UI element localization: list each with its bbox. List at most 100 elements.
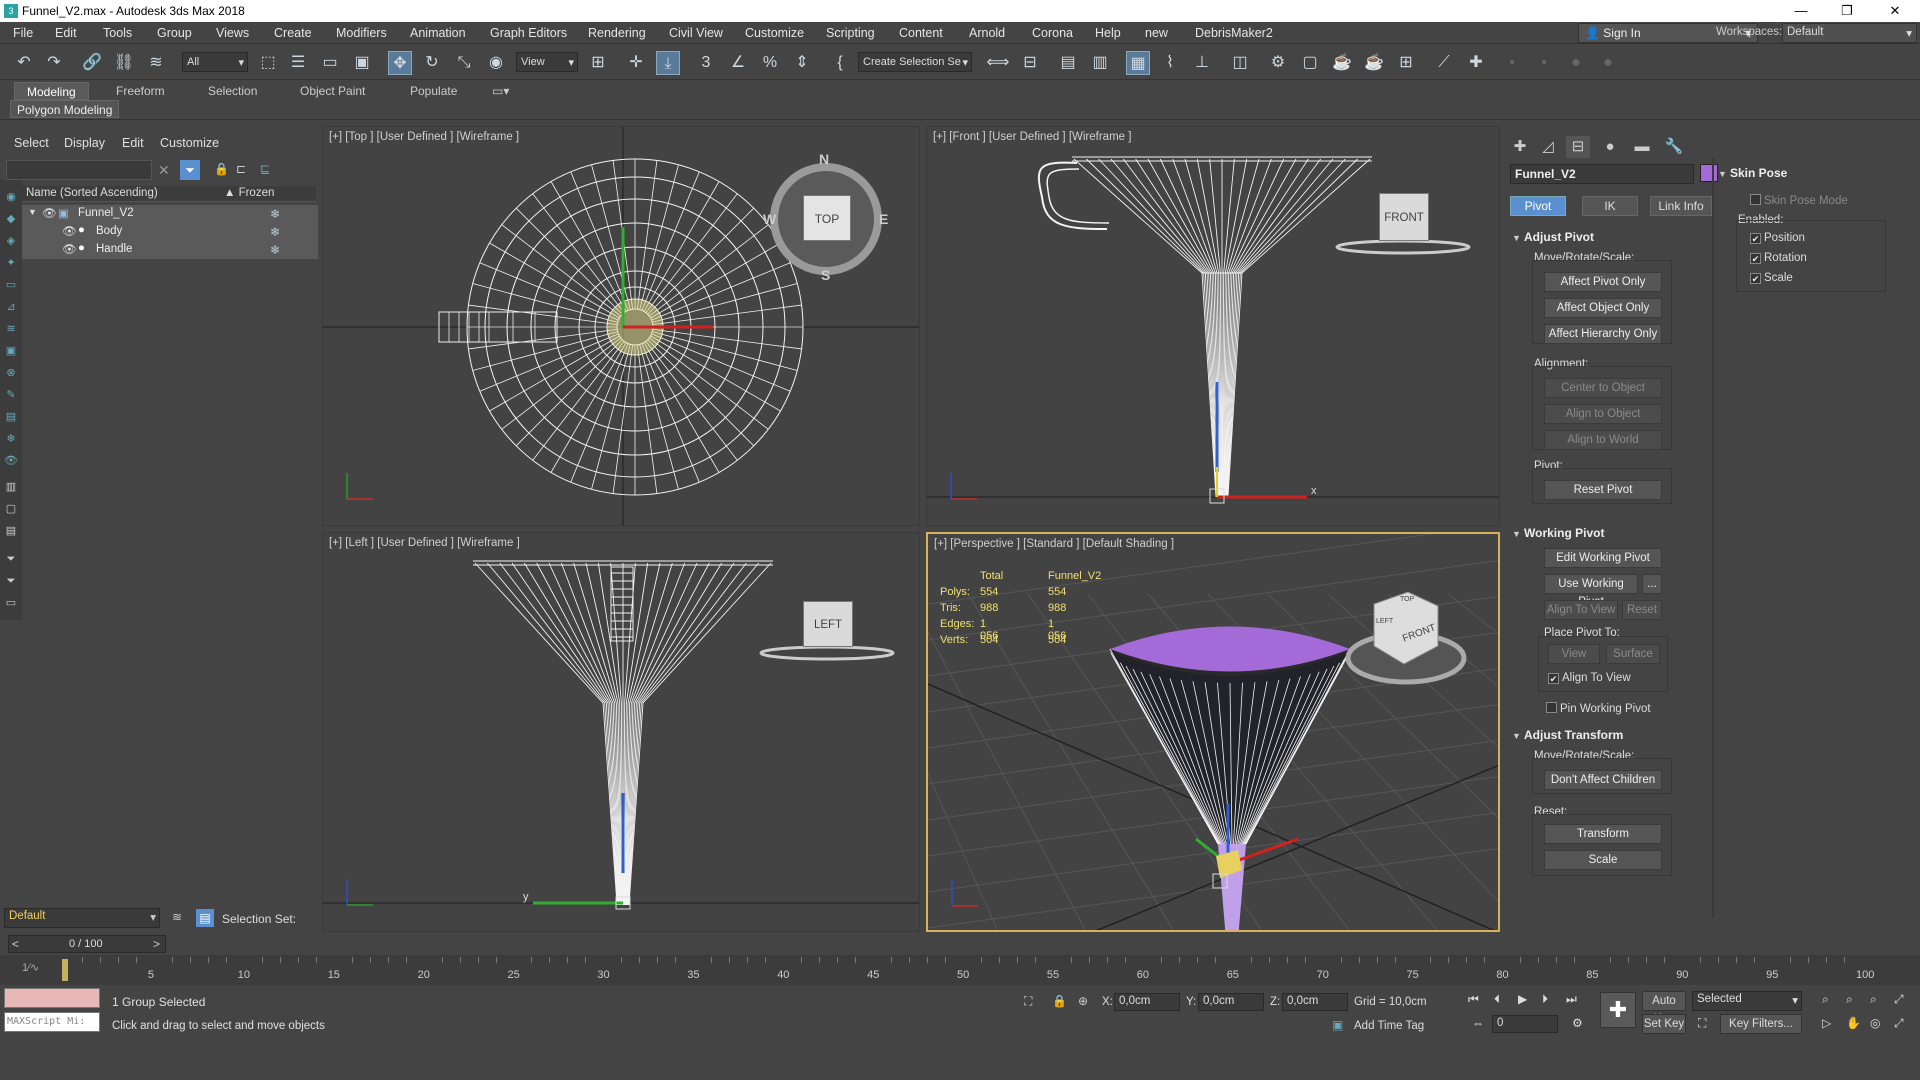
xref-filter-icon[interactable]: ⊗ <box>4 366 18 380</box>
ribbon-tab-object-paint[interactable]: Object Paint <box>288 82 377 100</box>
scene-menu-display[interactable]: Display <box>64 136 105 150</box>
visibility-eye-icon[interactable]: 👁 <box>62 224 77 238</box>
menu-customize[interactable]: Customize <box>745 26 804 40</box>
menu-help[interactable]: Help <box>1095 26 1121 40</box>
minimize-button[interactable]: — <box>1786 2 1816 20</box>
z-coordinate-field[interactable]: 0,0cm <box>1282 993 1348 1011</box>
filter-icon[interactable]: ⏷ <box>4 574 18 588</box>
skin-pose-rollout[interactable]: ▼ Skin Pose <box>1718 166 1787 180</box>
helper-filter-icon[interactable]: ⊿ <box>4 300 18 314</box>
column-name[interactable]: Name (Sorted Ascending) <box>26 187 158 199</box>
scene-menu-edit[interactable]: Edit <box>122 136 144 150</box>
hierarchy-tab-icon[interactable]: ⊟ <box>1566 136 1590 158</box>
time-tag-icon[interactable]: ▣ <box>1332 1018 1343 1032</box>
layer-explorer-icon[interactable]: ▤ <box>1056 51 1080 75</box>
light-filter-icon[interactable]: ✦ <box>4 256 18 270</box>
unlink-icon[interactable]: ⛓ <box>112 51 136 75</box>
redo-icon[interactable]: ↷ <box>42 51 66 75</box>
column-frozen[interactable]: ▲ Frozen <box>224 187 274 199</box>
modify-tab-icon[interactable]: ◿ <box>1536 136 1560 158</box>
pivot-subtab[interactable]: Pivot <box>1510 196 1566 216</box>
render-in-cloud-icon[interactable]: ⊞ <box>1394 51 1418 75</box>
display-all-icon[interactable]: ▥ <box>4 480 18 494</box>
field-of-view-icon[interactable]: ▷ <box>1822 1016 1831 1030</box>
y-coordinate-field[interactable]: 0,0cm <box>1198 993 1264 1011</box>
utilities-tab-icon[interactable]: 🔧 <box>1662 136 1686 158</box>
scale-checkbox[interactable]: ✔ Scale <box>1750 272 1793 284</box>
restore-button[interactable]: ❐ <box>1832 2 1862 20</box>
align-to-view-checkbox[interactable]: ✔ Align To View <box>1548 672 1631 684</box>
time-slider[interactable]: < 0 / 100 > <box>8 935 166 953</box>
viewport-top[interactable]: [+] [Top ] [User Defined ] [Wireframe ] … <box>322 126 920 526</box>
menu-file[interactable]: File <box>13 26 33 40</box>
scene-menu-select[interactable]: Select <box>14 136 49 150</box>
freeze-icon[interactable]: ❄ <box>270 243 280 257</box>
rect-selection-icon[interactable]: ▭ <box>318 51 342 75</box>
selection-set-icon[interactable]: ▤ <box>196 909 214 927</box>
play-icon[interactable]: ▶ <box>1518 992 1527 1006</box>
frozen-filter-icon[interactable]: ❄ <box>4 432 18 446</box>
snaps-toggle-icon[interactable]: 3 <box>694 51 718 75</box>
keyboard-shortcut-toggle-icon[interactable]: ⤓ <box>656 51 680 75</box>
use-working-pivot-button[interactable]: Use Working Pivot <box>1544 574 1638 608</box>
sort-icon[interactable]: ◉ <box>4 190 18 204</box>
mini-curve-editor-icon[interactable]: 1∕∿ <box>22 961 39 974</box>
next-frame-icon[interactable]: > <box>153 937 160 951</box>
shape-filter-icon[interactable]: ◈ <box>4 234 18 248</box>
track-bar[interactable]: 1∕∿ 5 10 15 20 25 30 35 40 45 50 55 60 65 70 75 80 85 90 9… <box>0 955 1920 985</box>
current-frame-field[interactable]: 0 <box>1492 1015 1558 1033</box>
rendered-frame-window-icon[interactable]: ▢ <box>1298 51 1322 75</box>
select-manipulate-icon[interactable]: ✛ <box>624 51 648 75</box>
lock-icon[interactable]: 🔒 <box>214 162 229 176</box>
adjust-pivot-rollout[interactable]: ▼ Adjust Pivot <box>1512 230 1594 244</box>
reset-scale-button[interactable]: Scale <box>1544 850 1662 870</box>
menu-group[interactable]: Group <box>157 26 192 40</box>
go-to-end-icon[interactable]: ⏭ <box>1566 992 1577 1007</box>
viewcube-left[interactable]: LEFT <box>803 601 853 647</box>
edit-named-selection-icon[interactable]: { <box>828 51 852 75</box>
set-key-button[interactable]: Set Key <box>1642 1014 1686 1034</box>
menu-scripting[interactable]: Scripting <box>826 26 875 40</box>
absolute-mode-icon[interactable]: ⊕ <box>1078 994 1088 1008</box>
camera-filter-icon[interactable]: ▭ <box>4 278 18 292</box>
reset-transform-button[interactable]: Transform <box>1544 824 1662 844</box>
menu-views[interactable]: Views <box>216 26 249 40</box>
menu-debrismaker2[interactable]: DebrisMaker2 <box>1195 26 1273 40</box>
menu-arnold[interactable]: Arnold <box>969 26 1005 40</box>
scene-row-funnel[interactable]: ▼ 👁 ▣ Funnel_V2 <box>22 205 234 223</box>
menu-graph-editors[interactable]: Graph Editors <box>490 26 567 40</box>
display-none-icon[interactable]: ▢ <box>4 502 18 516</box>
persp-viewcube-top[interactable]: TOP <box>1400 596 1414 603</box>
layer-dropdown[interactable]: Default ▾ <box>4 908 160 928</box>
workspaces-dropdown[interactable]: Default ▾ <box>1782 23 1917 43</box>
scene-search-input[interactable] <box>6 160 152 180</box>
tool-a-icon[interactable]: ⟋ <box>1432 51 1456 75</box>
align-icon[interactable]: ⊟ <box>1018 51 1042 75</box>
prev-frame-icon[interactable]: < <box>12 937 19 951</box>
bind-space-warp-icon[interactable]: ≋ <box>144 51 168 75</box>
bone-filter-icon[interactable]: ✎ <box>4 388 18 402</box>
link-icon[interactable]: 🔗 <box>80 51 104 75</box>
selection-filter-dropdown[interactable]: All ▾ <box>182 52 248 72</box>
menu-edit[interactable]: Edit <box>55 26 77 40</box>
align-to-world-button[interactable]: Align to World <box>1544 430 1662 450</box>
rotation-checkbox[interactable]: ✔ Rotation <box>1750 252 1807 264</box>
align-to-view-button[interactable]: Align To View <box>1544 600 1618 620</box>
menu-civil-view[interactable]: Civil View <box>669 26 723 40</box>
ribbon-tab-modeling[interactable]: Modeling <box>14 82 89 100</box>
viewcube-front[interactable]: FRONT <box>1379 193 1429 241</box>
persp-viewcube-left[interactable]: LEFT <box>1376 618 1393 625</box>
folder-icon[interactable]: ▭ <box>4 596 18 610</box>
layers-icon[interactable]: ≋ <box>172 910 182 924</box>
filter-icon[interactable]: ⏷ <box>180 160 200 180</box>
visibility-eye-icon[interactable]: 👁 <box>62 242 77 256</box>
zoom-all-icon[interactable]: ⌕ <box>1846 992 1853 1007</box>
ribbon-tab-freeform[interactable]: Freeform <box>104 82 177 100</box>
motion-tab-icon[interactable]: ● <box>1598 136 1622 158</box>
select-rotate-icon[interactable]: ↻ <box>420 51 444 75</box>
menu-rendering[interactable]: Rendering <box>588 26 646 40</box>
ik-subtab[interactable]: IK <box>1582 196 1638 216</box>
pin-working-pivot-checkbox[interactable]: Pin Working Pivot <box>1546 702 1651 715</box>
affect-pivot-only-button[interactable]: Affect Pivot Only <box>1544 272 1662 292</box>
render-production-icon[interactable]: ☕ <box>1330 51 1354 75</box>
